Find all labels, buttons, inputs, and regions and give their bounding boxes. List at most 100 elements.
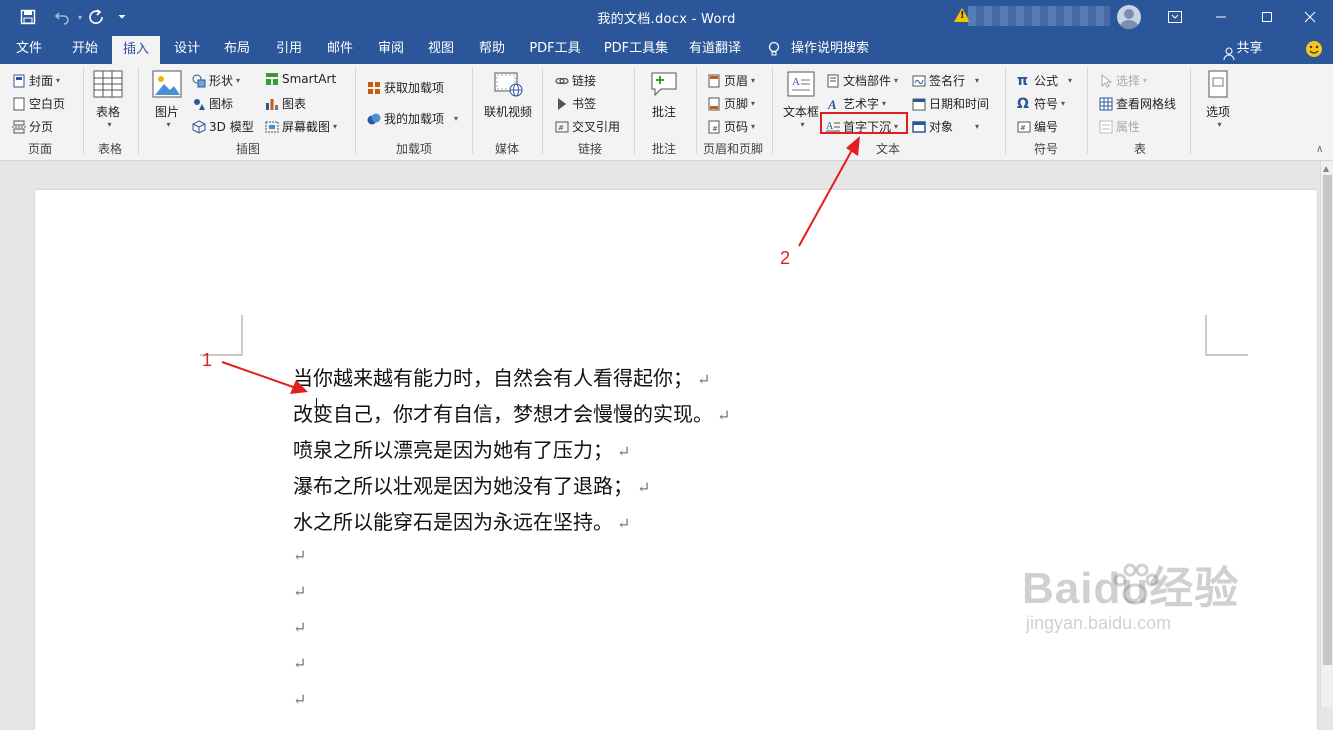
paragraph[interactable]: 当你越来越有能力时，自然会有人看得起你； ↵: [293, 362, 710, 391]
text-box-button[interactable]: A 文本框 ▾: [783, 70, 819, 129]
paragraph-mark: ↵: [637, 478, 651, 497]
get-addins-button[interactable]: 获取加载项: [367, 79, 444, 96]
screenshot-button[interactable]: 屏幕截图 ▾: [265, 118, 337, 135]
date-time-button[interactable]: 日期和时间: [912, 95, 989, 112]
tab-youdao-translate[interactable]: 有道翻译: [684, 34, 746, 64]
symbol-button[interactable]: Ω 符号 ▾: [1017, 95, 1065, 112]
quick-parts-button[interactable]: 文档部件 ▾: [826, 72, 898, 89]
separator: [1190, 68, 1191, 154]
account-name-blurred: [968, 6, 1110, 26]
separator: [634, 68, 635, 154]
options-button[interactable]: 选项 ▾: [1203, 70, 1233, 129]
pictures-button[interactable]: 图片 ▾: [152, 70, 182, 129]
link-button[interactable]: 链接: [555, 72, 596, 89]
paragraph[interactable]: 水之所以能穿石是因为永远在坚持。 ↵: [293, 506, 630, 535]
my-addins-label: 我的加载项: [384, 112, 445, 126]
header-button[interactable]: 页眉 ▾: [707, 72, 755, 89]
page-number-button[interactable]: # 页码 ▾: [707, 118, 755, 135]
quick-parts-icon: [826, 74, 840, 88]
smiley-feedback-icon[interactable]: [1302, 34, 1326, 64]
table-button[interactable]: 表格 ▾: [93, 70, 123, 129]
wordart-label: 艺术字: [843, 97, 880, 111]
view-gridlines-button[interactable]: 查看网格线: [1099, 95, 1176, 112]
cover-page-button[interactable]: 封面 ▾: [12, 72, 60, 89]
wordart-button[interactable]: A 艺术字 ▾: [826, 95, 886, 112]
tab-file[interactable]: 文件: [6, 34, 52, 64]
tab-help[interactable]: 帮助: [469, 34, 515, 64]
empty-paragraph[interactable]: ↵: [293, 650, 306, 674]
smartart-label: SmartArt: [282, 72, 337, 86]
maximize-icon[interactable]: [1244, 0, 1290, 34]
paragraph[interactable]: 瀑布之所以壮观是因为她没有了退路； ↵: [293, 470, 650, 499]
shapes-button[interactable]: 形状 ▾: [192, 72, 240, 89]
empty-paragraph[interactable]: ↵: [293, 614, 306, 638]
smartart-button[interactable]: SmartArt: [265, 72, 336, 86]
paragraph[interactable]: 喷泉之所以漂亮是因为她有了压力； ↵: [293, 434, 630, 463]
blank-page-button[interactable]: 空白页: [12, 95, 65, 112]
avatar[interactable]: [1117, 5, 1141, 29]
person-icon: [1223, 43, 1235, 60]
tab-view[interactable]: 视图: [418, 34, 464, 64]
tell-me-search[interactable]: 操作说明搜索: [788, 34, 872, 64]
ribbon-display-options-icon[interactable]: [1152, 0, 1198, 34]
select-label: 选择: [1116, 74, 1141, 88]
chart-button[interactable]: 图表: [265, 95, 306, 112]
smartart-icon: [265, 72, 279, 86]
bookmark-button[interactable]: 书签: [555, 95, 596, 112]
ribbon-insert: 封面 ▾ 空白页 分页 页面 表格 ▾ 表格 图片 ▾ 形状 ▾ 图标 3D 模型 …: [0, 64, 1333, 161]
minimize-icon[interactable]: [1198, 0, 1244, 34]
properties-button[interactable]: 属性: [1099, 118, 1140, 135]
equation-label: 公式: [1034, 74, 1059, 88]
signature-line-button[interactable]: 签名行 ▾: [912, 72, 979, 89]
equation-button[interactable]: π 公式 ▾: [1017, 72, 1072, 89]
empty-paragraph[interactable]: ↵: [293, 578, 306, 602]
collapse-ribbon-icon[interactable]: ∧: [1316, 144, 1323, 155]
icons-button[interactable]: 图标: [192, 95, 233, 112]
share-button[interactable]: 共享: [1218, 34, 1268, 64]
store-icon: [367, 81, 381, 95]
cross-reference-button[interactable]: # 交叉引用: [555, 118, 620, 135]
group-label-comments: 批注: [651, 142, 676, 156]
empty-paragraph[interactable]: ↵: [293, 542, 306, 566]
pictures-label: 图片: [154, 105, 179, 119]
page-break-button[interactable]: 分页: [12, 118, 53, 135]
tab-design[interactable]: 设计: [164, 34, 210, 64]
tab-insert[interactable]: 插入: [112, 36, 160, 64]
svg-text:#: #: [712, 125, 718, 133]
baidu-paw-icon: [1113, 563, 1159, 605]
page-break-label: 分页: [29, 120, 54, 134]
tab-pdf-tools[interactable]: PDF工具: [524, 34, 586, 64]
object-label: 对象: [929, 120, 954, 134]
annotation-label-1: 1: [202, 350, 213, 370]
tab-mailings[interactable]: 邮件: [317, 34, 363, 64]
scroll-up-icon[interactable]: ▲: [1323, 164, 1329, 173]
3d-models-button[interactable]: 3D 模型: [192, 118, 254, 135]
group-label-media: 媒体: [494, 142, 519, 156]
calendar-icon: [912, 97, 926, 111]
scroll-thumb[interactable]: [1323, 175, 1332, 665]
tab-home[interactable]: 开始: [62, 34, 108, 64]
new-comment-button[interactable]: 批注: [649, 70, 679, 120]
view-gridlines-label: 查看网格线: [1116, 97, 1177, 111]
comment-label: 批注: [651, 105, 676, 119]
tab-review[interactable]: 审阅: [368, 34, 414, 64]
document-page[interactable]: [35, 190, 1317, 730]
tab-references[interactable]: 引用: [266, 34, 312, 64]
tab-layout[interactable]: 布局: [214, 34, 260, 64]
svg-text:A: A: [792, 76, 800, 88]
vertical-scrollbar[interactable]: ▲: [1320, 161, 1333, 707]
tab-pdf-toolset[interactable]: PDF工具集: [598, 34, 674, 64]
select-button[interactable]: 选择 ▾: [1099, 72, 1147, 89]
my-addins-button[interactable]: 我的加载项 ▾: [367, 110, 458, 127]
paragraph[interactable]: 改变自己，你才有自信，梦想才会慢慢的实现。 ↵: [293, 398, 730, 427]
text-box-icon: A: [786, 70, 816, 101]
online-video-button[interactable]: 联机视频: [484, 70, 532, 120]
object-button[interactable]: 对象 ▾: [912, 118, 979, 135]
footer-button[interactable]: 页脚 ▾: [707, 95, 755, 112]
close-icon[interactable]: [1287, 0, 1333, 34]
numbering-button[interactable]: # 编号: [1017, 118, 1058, 135]
my-addins-icon: [367, 112, 381, 126]
page-number-label: 页码: [724, 120, 749, 134]
pi-icon: π: [1017, 72, 1029, 89]
empty-paragraph[interactable]: ↵: [293, 686, 306, 710]
